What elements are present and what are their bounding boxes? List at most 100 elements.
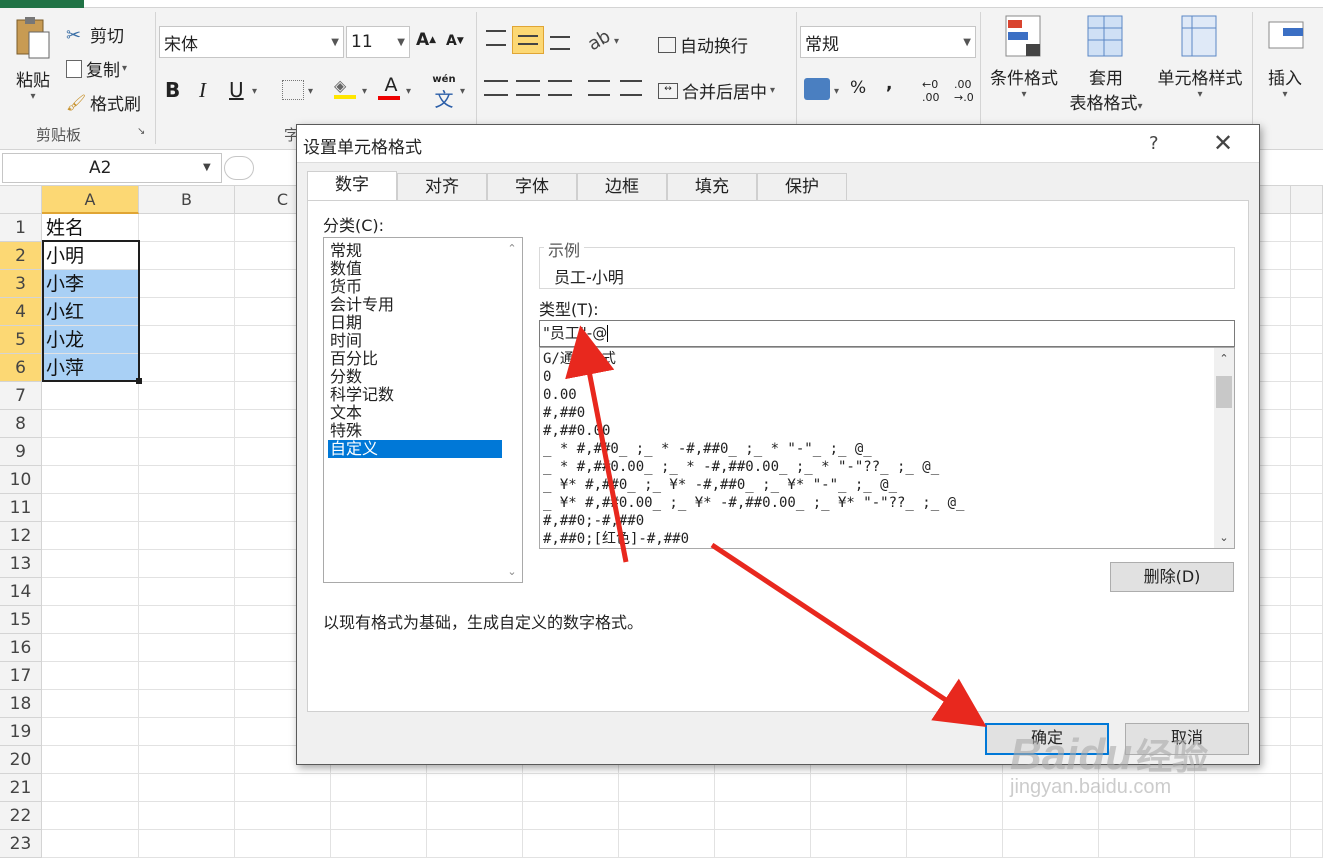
grid-cell[interactable] — [139, 522, 235, 550]
decrease-decimal-icon[interactable]: .00 →.0 — [954, 78, 974, 104]
grid-cell[interactable] — [907, 830, 1003, 858]
grid-cell[interactable] — [42, 494, 139, 522]
row-header[interactable]: 6 — [0, 354, 42, 382]
row-header[interactable]: 2 — [0, 242, 42, 270]
grid-cell[interactable] — [1291, 774, 1323, 802]
grid-cell[interactable] — [139, 606, 235, 634]
format-code-item[interactable]: 0 — [543, 368, 551, 386]
decrease-indent-icon[interactable] — [588, 80, 610, 96]
format-painter-button[interactable]: 🖌 格式刷 — [66, 90, 141, 116]
grid-cell[interactable] — [1291, 578, 1323, 606]
grid-cell[interactable] — [1291, 214, 1323, 242]
grid-cell[interactable] — [1291, 830, 1323, 858]
scroll-thumb[interactable] — [1216, 376, 1232, 408]
grid-cell[interactable] — [139, 214, 235, 242]
wrap-text-button[interactable]: 自动换行 — [658, 32, 748, 57]
format-code-item[interactable]: #,##0.00 — [543, 422, 610, 440]
grid-cell[interactable] — [42, 466, 139, 494]
type-input[interactable]: "员工"-@ — [539, 320, 1235, 347]
row-header[interactable]: 5 — [0, 326, 42, 354]
grid-cell[interactable] — [1195, 802, 1291, 830]
grid-cell[interactable] — [42, 578, 139, 606]
category-item[interactable]: 日期 — [328, 314, 518, 332]
name-box[interactable]: A2 ▼ — [2, 153, 222, 183]
grid-cell[interactable] — [42, 606, 139, 634]
phonetic-icon[interactable]: wén 文 — [430, 74, 458, 111]
category-item[interactable]: 货币 — [328, 278, 518, 296]
format-as-table-button[interactable]: 套用 表格格式▾ — [1062, 14, 1150, 114]
grid-cell[interactable] — [907, 774, 1003, 802]
row-header[interactable]: 1 — [0, 214, 42, 242]
conditional-format-button[interactable]: 条件格式 ▾ — [986, 14, 1062, 100]
grid-cell[interactable] — [1291, 690, 1323, 718]
tab-3[interactable]: 边框 — [577, 173, 667, 201]
grid-cell[interactable] — [1291, 438, 1323, 466]
row-header[interactable]: 21 — [0, 774, 42, 802]
file-tab[interactable] — [0, 0, 84, 8]
grid-cell[interactable] — [42, 522, 139, 550]
close-icon[interactable]: ✕ — [1213, 129, 1233, 157]
cell-styles-button[interactable]: 单元格样式 ▾ — [1152, 14, 1248, 100]
font-name-combo[interactable]: 宋体 ▼ — [159, 26, 344, 58]
grid-cell[interactable] — [715, 774, 811, 802]
row-header[interactable]: 10 — [0, 466, 42, 494]
category-item[interactable]: 会计专用 — [328, 296, 518, 314]
grid-cell[interactable] — [42, 438, 139, 466]
row-header[interactable]: 8 — [0, 410, 42, 438]
category-listbox[interactable]: 常规 数值 货币 会计专用 日期 时间 百分比 分数 科学记数 文本 特殊 自定义 ⌃ ⌄ — [323, 237, 523, 583]
format-code-item[interactable]: G/通用格式 — [543, 350, 616, 368]
grid-cell[interactable] — [42, 662, 139, 690]
underline-button[interactable]: U — [229, 78, 244, 102]
grid-cell[interactable]: 小龙 — [42, 326, 139, 354]
grid-cell[interactable] — [139, 382, 235, 410]
grid-cell[interactable] — [139, 746, 235, 774]
grid-cell[interactable] — [42, 690, 139, 718]
orientation-icon[interactable]: ab — [584, 26, 614, 55]
grid-cell[interactable] — [42, 410, 139, 438]
cut-button[interactable]: ✂ 剪切 — [66, 22, 124, 48]
row-header[interactable]: 12 — [0, 522, 42, 550]
grid-cell[interactable] — [1291, 466, 1323, 494]
increase-decimal-icon[interactable]: ←0.00 — [922, 78, 940, 104]
fill-color-icon[interactable]: ◈ — [334, 76, 360, 102]
grid-cell[interactable] — [1291, 326, 1323, 354]
grid-cell[interactable] — [139, 298, 235, 326]
grid-cell[interactable] — [235, 802, 331, 830]
tab-1[interactable]: 对齐 — [397, 173, 487, 201]
format-code-item[interactable]: _ ¥* #,##0_ ;_ ¥* -#,##0_ ;_ ¥* "-"_ ;_ … — [543, 476, 897, 494]
number-format-combo[interactable]: 常规 ▼ — [800, 26, 976, 58]
column-header[interactable] — [1291, 186, 1323, 214]
grid-cell[interactable] — [811, 774, 907, 802]
category-item[interactable]: 分数 — [328, 368, 518, 386]
grid-cell[interactable] — [1003, 802, 1099, 830]
grid-cell[interactable] — [427, 830, 523, 858]
insert-button[interactable]: 插入 ▾ — [1258, 14, 1312, 100]
grid-cell[interactable] — [1291, 410, 1323, 438]
row-header[interactable]: 14 — [0, 578, 42, 606]
row-header[interactable]: 18 — [0, 690, 42, 718]
grid-cell[interactable] — [139, 802, 235, 830]
grid-cell[interactable] — [427, 802, 523, 830]
grid-cell[interactable] — [139, 270, 235, 298]
chevron-down-icon[interactable]: ▾ — [460, 86, 465, 97]
tab-2[interactable]: 字体 — [487, 173, 577, 201]
grid-cell[interactable] — [715, 802, 811, 830]
align-bottom-icon[interactable] — [550, 36, 570, 50]
category-item[interactable]: 科学记数 — [328, 386, 518, 404]
grid-cell[interactable] — [1291, 634, 1323, 662]
tab-0[interactable]: 数字 — [307, 171, 397, 201]
align-left-icon[interactable] — [484, 80, 508, 96]
copy-button[interactable]: 复制 ▾ — [66, 56, 127, 81]
chevron-down-icon[interactable]: ▾ — [614, 36, 619, 47]
category-item[interactable]: 常规 — [328, 242, 518, 260]
format-code-item[interactable]: _ * #,##0.00_ ;_ * -#,##0.00_ ;_ * "-"??… — [543, 458, 939, 476]
chevron-down-icon[interactable]: ▾ — [406, 86, 411, 97]
currency-icon[interactable] — [804, 78, 830, 100]
grid-cell[interactable] — [1195, 830, 1291, 858]
merge-center-button[interactable]: ↔ 合并后居中 ▾ — [658, 78, 775, 103]
row-header[interactable]: 19 — [0, 718, 42, 746]
grid-cell[interactable] — [139, 690, 235, 718]
row-header[interactable]: 13 — [0, 550, 42, 578]
format-code-item[interactable]: #,##0 — [543, 404, 585, 422]
grid-cell[interactable] — [139, 494, 235, 522]
